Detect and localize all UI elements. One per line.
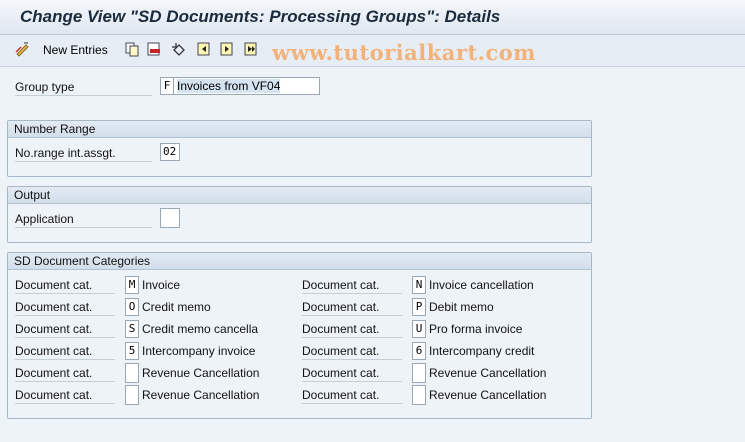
doc-cat-input-right-3[interactable]: U	[412, 320, 426, 338]
doc-cat-desc-left-3: Credit memo cancella	[142, 322, 259, 336]
group-type-label: Group type	[15, 79, 152, 96]
copy-icon[interactable]	[124, 41, 140, 57]
previous-page-icon[interactable]	[219, 41, 235, 57]
doc-cat-desc-right-1: Invoice cancellation	[429, 278, 534, 292]
doc-cat-desc-left-4: Intercompany invoice	[142, 344, 256, 358]
doc-cat-desc-left-2: Credit memo	[142, 300, 211, 314]
doc-cat-label-right-4: Document cat.	[302, 343, 402, 360]
group-type-input[interactable]: F	[160, 77, 174, 95]
doc-cat-label-left-2: Document cat.	[15, 299, 115, 316]
doc-cat-input-left-3[interactable]: S	[125, 320, 139, 338]
group-type-description-text: Invoices from VF04	[177, 79, 281, 93]
doc-cat-label-right-6: Document cat.	[302, 387, 402, 404]
doc-cat-desc-right-3: Pro forma invoice	[429, 322, 523, 336]
doc-cat-desc-left-6: Revenue Cancellation	[142, 388, 260, 402]
doc-cat-label-left-3: Document cat.	[15, 321, 115, 338]
next-page-icon[interactable]	[243, 41, 259, 57]
doc-cat-label-right-3: Document cat.	[302, 321, 402, 338]
application-toolbar: New Entries www.tutorialkart.com	[0, 35, 745, 67]
application-label: Application	[15, 211, 152, 228]
number-range-input[interactable]: 02	[160, 143, 180, 161]
doc-cat-input-right-6[interactable]	[412, 385, 426, 405]
output-header: Output	[8, 187, 591, 204]
number-range-label: No.range int.assgt.	[15, 145, 152, 162]
doc-cat-desc-left-1: Invoice	[142, 278, 181, 292]
doc-cat-input-left-4[interactable]: 5	[125, 342, 139, 360]
doc-cat-input-left-6[interactable]	[125, 385, 139, 405]
doc-cat-desc-right-5: Revenue Cancellation	[429, 366, 547, 380]
doc-cat-input-left-1[interactable]: M	[125, 276, 139, 294]
new-entries-button[interactable]: New Entries	[43, 43, 108, 57]
doc-cat-label-right-1: Document cat.	[302, 277, 402, 294]
group-type-description: Invoices from VF04	[173, 77, 320, 95]
undo-icon[interactable]	[171, 41, 187, 57]
doc-cat-label-left-5: Document cat.	[15, 365, 115, 382]
number-range-header: Number Range	[8, 121, 591, 138]
doc-cat-desc-right-2: Debit memo	[429, 300, 494, 314]
doc-cat-input-left-2[interactable]: O	[125, 298, 139, 316]
first-page-icon[interactable]	[196, 41, 212, 57]
doc-cat-desc-left-5: Revenue Cancellation	[142, 366, 260, 380]
doc-cat-desc-right-6: Revenue Cancellation	[429, 388, 547, 402]
doc-cat-label-left-1: Document cat.	[15, 277, 115, 294]
doc-cat-label-right-5: Document cat.	[302, 365, 402, 382]
title-bar: Change View "SD Documents: Processing Gr…	[0, 0, 745, 35]
doc-cat-label-left-4: Document cat.	[15, 343, 115, 360]
doc-cat-input-right-4[interactable]: 6	[412, 342, 426, 360]
edit-icon[interactable]	[15, 41, 31, 57]
document-categories-header: SD Document Categories	[8, 253, 591, 270]
application-input[interactable]	[160, 208, 180, 228]
delete-icon[interactable]	[146, 41, 162, 57]
doc-cat-input-right-5[interactable]	[412, 363, 426, 383]
doc-cat-input-right-2[interactable]: P	[412, 298, 426, 316]
window-title: Change View "SD Documents: Processing Gr…	[20, 7, 501, 26]
doc-cat-label-right-2: Document cat.	[302, 299, 402, 316]
doc-cat-desc-right-4: Intercompany credit	[429, 344, 535, 358]
doc-cat-input-left-5[interactable]	[125, 363, 139, 383]
watermark-text: www.tutorialkart.com	[272, 40, 536, 65]
doc-cat-label-left-6: Document cat.	[15, 387, 115, 404]
doc-cat-input-right-1[interactable]: N	[412, 276, 426, 294]
